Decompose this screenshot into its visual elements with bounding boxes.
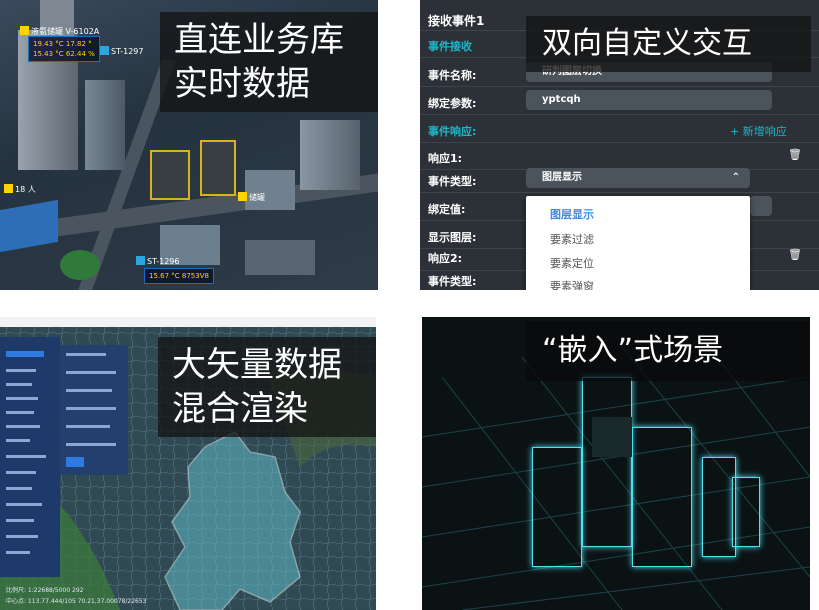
wireframe-structure xyxy=(702,457,736,557)
wireframe-structure xyxy=(532,447,582,567)
sidebar-item[interactable] xyxy=(6,383,32,386)
feature-caption: 大矢量数据 混合渲染 xyxy=(158,337,376,437)
dropdown-option-filter[interactable]: 要素过滤 xyxy=(550,231,594,247)
section-receive: 事件接收 xyxy=(428,40,472,53)
feature-caption: 双向自定义交互 xyxy=(526,16,811,72)
dropdown-option-popup[interactable]: 要素弹窗 xyxy=(550,278,594,290)
industrial-unit xyxy=(200,140,236,196)
center-readout: 中心点: 113.77.444/105 70.21,37.00078/22653 xyxy=(6,598,147,605)
event-type-row: 事件类型: 图层显示 ⌃ xyxy=(420,166,819,193)
sidebar-item[interactable] xyxy=(6,503,42,506)
sidebar-button[interactable] xyxy=(6,351,44,357)
window-titlebar xyxy=(0,317,376,327)
bind-value-input[interactable] xyxy=(750,196,772,216)
dropdown-option-layer-show[interactable]: 图层显示 xyxy=(550,206,594,222)
station-tag-1296[interactable]: ST-1296 xyxy=(136,256,179,266)
bind-param-label: 绑定参数: xyxy=(428,97,477,110)
delete-icon[interactable]: 🗑 xyxy=(788,148,802,161)
sidebar-item[interactable] xyxy=(6,519,34,522)
building xyxy=(300,120,360,190)
trees xyxy=(60,250,100,280)
embedded-scene-panel: “嵌入”式场景 xyxy=(422,317,810,610)
event-header: 接收事件1 xyxy=(428,14,485,28)
feature-caption: “嵌入”式场景 xyxy=(526,321,810,381)
sidebar-item[interactable] xyxy=(6,425,40,428)
industrial-unit xyxy=(150,150,190,200)
dropdown-option-locate[interactable]: 要素定位 xyxy=(550,255,594,271)
response-section-row: 事件响应: + 新增响应 xyxy=(420,116,819,143)
sidebar-item[interactable] xyxy=(6,487,32,490)
chevron-up-icon: ⌃ xyxy=(731,172,740,183)
event-type-label-2: 事件类型: xyxy=(428,275,477,288)
event-type-value: 图层显示 xyxy=(542,172,582,183)
sidebar-item[interactable] xyxy=(6,551,30,554)
building xyxy=(245,240,315,275)
sidebar-item[interactable] xyxy=(6,369,36,372)
blue-warehouse xyxy=(0,199,58,253)
event-type-label: 事件类型: xyxy=(428,175,477,188)
setting-row[interactable] xyxy=(66,371,116,374)
section-response: 事件响应: xyxy=(428,125,477,138)
wireframe-tower xyxy=(582,377,632,547)
sidebar-item[interactable] xyxy=(6,535,38,538)
location-icon xyxy=(238,192,247,201)
tank-icon xyxy=(20,26,29,35)
station-icon xyxy=(136,256,145,265)
map-rendering-panel: 比例尺: 1:22688/5000 292 中心点: 113.77.444/10… xyxy=(0,317,376,610)
station-tag-1297[interactable]: ST-1297 xyxy=(100,46,143,56)
wireframe-structure xyxy=(632,427,692,567)
setting-row[interactable] xyxy=(66,443,116,446)
city-3d-scene-panel: 液氨储罐 V-6102A 19.43 °C 17.82 ° 15.43 °C 6… xyxy=(0,0,378,290)
setting-row[interactable] xyxy=(66,425,110,428)
style-settings-panel xyxy=(60,345,128,475)
event-name-label: 事件名称: xyxy=(428,69,477,82)
station-icon xyxy=(100,46,109,55)
bind-param-row: 绑定参数: yptcqh xyxy=(420,88,819,115)
setting-row[interactable] xyxy=(66,407,116,410)
add-response-button[interactable]: + 新增响应 xyxy=(730,123,787,139)
sidebar-item[interactable] xyxy=(6,455,46,458)
tank-location-tag[interactable]: 储罐 xyxy=(238,192,265,203)
event-type-select[interactable]: 图层显示 ⌃ xyxy=(526,168,750,188)
people-tag[interactable]: 18 人 xyxy=(4,184,36,195)
setting-row[interactable] xyxy=(66,353,106,356)
response1-label: 响应1: xyxy=(428,152,463,165)
equipment-block xyxy=(592,417,632,457)
feature-caption: 直连业务库 实时数据 xyxy=(160,12,378,112)
building xyxy=(85,80,125,170)
sidebar-item[interactable] xyxy=(6,397,38,400)
setting-row[interactable] xyxy=(66,389,112,392)
person-icon xyxy=(4,184,13,193)
display-layer-label: 显示图层: xyxy=(428,231,477,244)
event-type-dropdown: 图层显示 要素过滤 要素定位 要素弹窗 xyxy=(526,196,750,290)
bind-value-label: 绑定值: xyxy=(428,203,466,216)
building xyxy=(245,170,295,210)
event-config-panel: 接收事件1 事件接收 事件名称: 研判图层切换 绑定参数: yptcqh 事件响… xyxy=(420,0,819,290)
bind-param-input[interactable]: yptcqh xyxy=(526,90,772,110)
sidebar-item[interactable] xyxy=(6,439,30,442)
sensor-infobox: 15.67 °C 8753V8 xyxy=(144,268,214,284)
delete-icon[interactable]: 🗑 xyxy=(788,248,802,261)
sidebar-item[interactable] xyxy=(6,411,34,414)
scale-readout: 比例尺: 1:22688/5000 292 xyxy=(6,587,84,594)
layer-sidebar xyxy=(0,337,60,577)
wireframe-structure xyxy=(732,477,760,547)
sidebar-item[interactable] xyxy=(6,471,36,474)
apply-button[interactable] xyxy=(66,457,84,467)
sensor-infobox: 19.43 °C 17.82 ° 15.43 °C 62.44 % xyxy=(28,36,100,62)
response2-label: 响应2: xyxy=(428,252,463,265)
